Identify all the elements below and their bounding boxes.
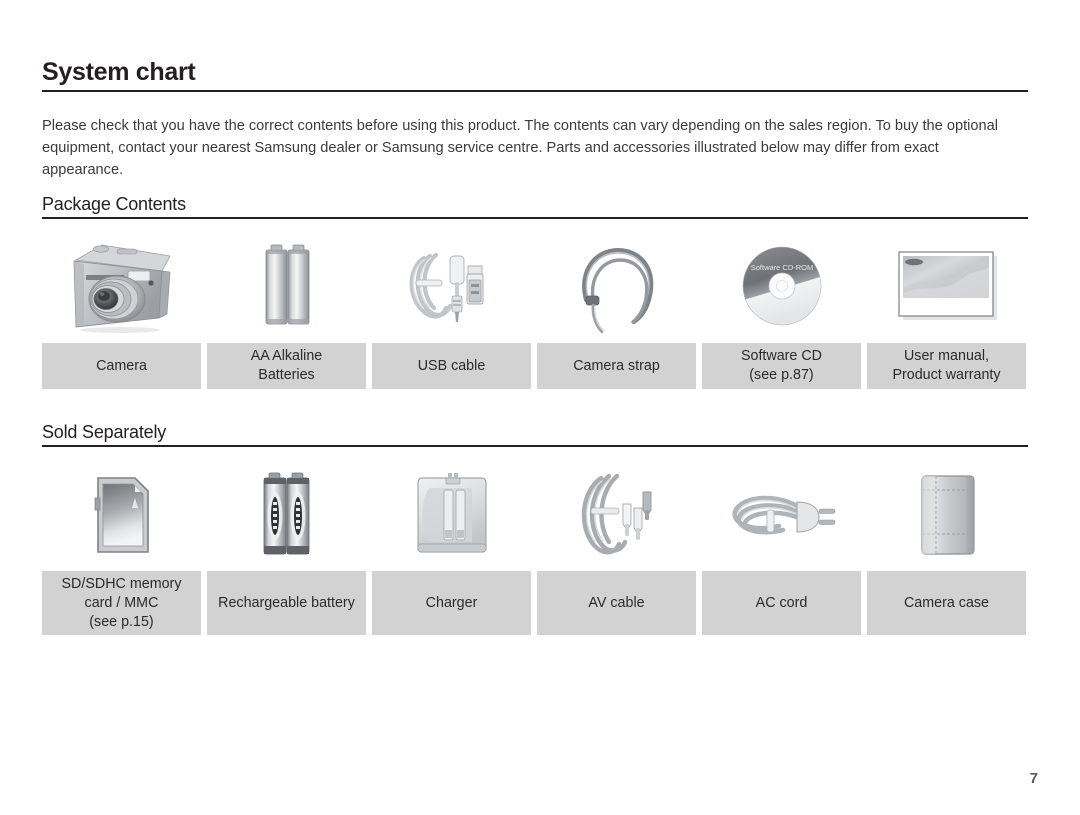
item-label: Rechargeable battery xyxy=(207,571,366,635)
item-camera: Camera xyxy=(42,228,201,389)
item-aa-alkaline-batteries: AA Alkaline Batteries xyxy=(207,228,366,389)
item-user-manual: User manual, Product warranty xyxy=(867,228,1026,389)
item-rechargeable-battery: Rechargeable battery xyxy=(207,456,366,635)
software-cd-icon: Software CD-ROM xyxy=(702,228,861,343)
camera-strap-icon xyxy=(537,228,696,343)
item-av-cable: AV cable xyxy=(537,456,696,635)
item-label: Software CD (see p.87) xyxy=(702,343,861,389)
section-heading-label: Sold Separately xyxy=(42,422,167,442)
title-divider xyxy=(42,90,1028,92)
section-heading-package-contents: Package Contents xyxy=(42,193,1028,219)
item-label: USB cable xyxy=(372,343,531,389)
item-usb-cable: USB cable xyxy=(372,228,531,389)
charger-icon xyxy=(372,456,531,571)
camera-icon xyxy=(42,228,201,343)
item-label: AC cord xyxy=(702,571,861,635)
section-divider xyxy=(42,445,1028,447)
package-contents-row: Camera AA Alkaline Batteries USB cable C… xyxy=(42,228,1028,389)
section-heading-sold-separately: Sold Separately xyxy=(42,421,1028,447)
page-title-block: System chart xyxy=(42,57,1028,92)
item-label: Camera case xyxy=(867,571,1026,635)
page-number: 7 xyxy=(1029,770,1038,787)
item-camera-strap: Camera strap xyxy=(537,228,696,389)
camera-case-icon xyxy=(867,456,1026,571)
item-label: Camera xyxy=(42,343,201,389)
rechargeable-battery-icon xyxy=(207,456,366,571)
item-label: AA Alkaline Batteries xyxy=(207,343,366,389)
usb-cable-icon xyxy=(372,228,531,343)
item-label: User manual, Product warranty xyxy=(867,343,1026,389)
page-title: System chart xyxy=(42,58,196,86)
item-software-cd: Software CD-ROM Software CD (see p.87) xyxy=(702,228,861,389)
section-heading-label: Package Contents xyxy=(42,194,186,214)
section-divider xyxy=(42,217,1028,219)
ac-cord-icon xyxy=(702,456,861,571)
intro-paragraph: Please check that you have the correct c… xyxy=(42,118,998,178)
sd-card-icon xyxy=(42,456,201,571)
manual-page: System chart Please check that you have … xyxy=(0,0,1080,815)
user-manual-icon xyxy=(867,228,1026,343)
item-charger: Charger xyxy=(372,456,531,635)
item-label: SD/SDHC memory card / MMC (see p.15) xyxy=(42,571,201,635)
av-cable-icon xyxy=(537,456,696,571)
cd-label-text: Software CD-ROM xyxy=(750,263,813,272)
item-label: Charger xyxy=(372,571,531,635)
item-label: AV cable xyxy=(537,571,696,635)
sold-separately-row: SD/SDHC memory card / MMC (see p.15) Rec… xyxy=(42,456,1028,635)
item-label: Camera strap xyxy=(537,343,696,389)
item-ac-cord: AC cord xyxy=(702,456,861,635)
aa-batteries-icon xyxy=(207,228,366,343)
item-sd-card: SD/SDHC memory card / MMC (see p.15) xyxy=(42,456,201,635)
item-camera-case: Camera case xyxy=(867,456,1026,635)
